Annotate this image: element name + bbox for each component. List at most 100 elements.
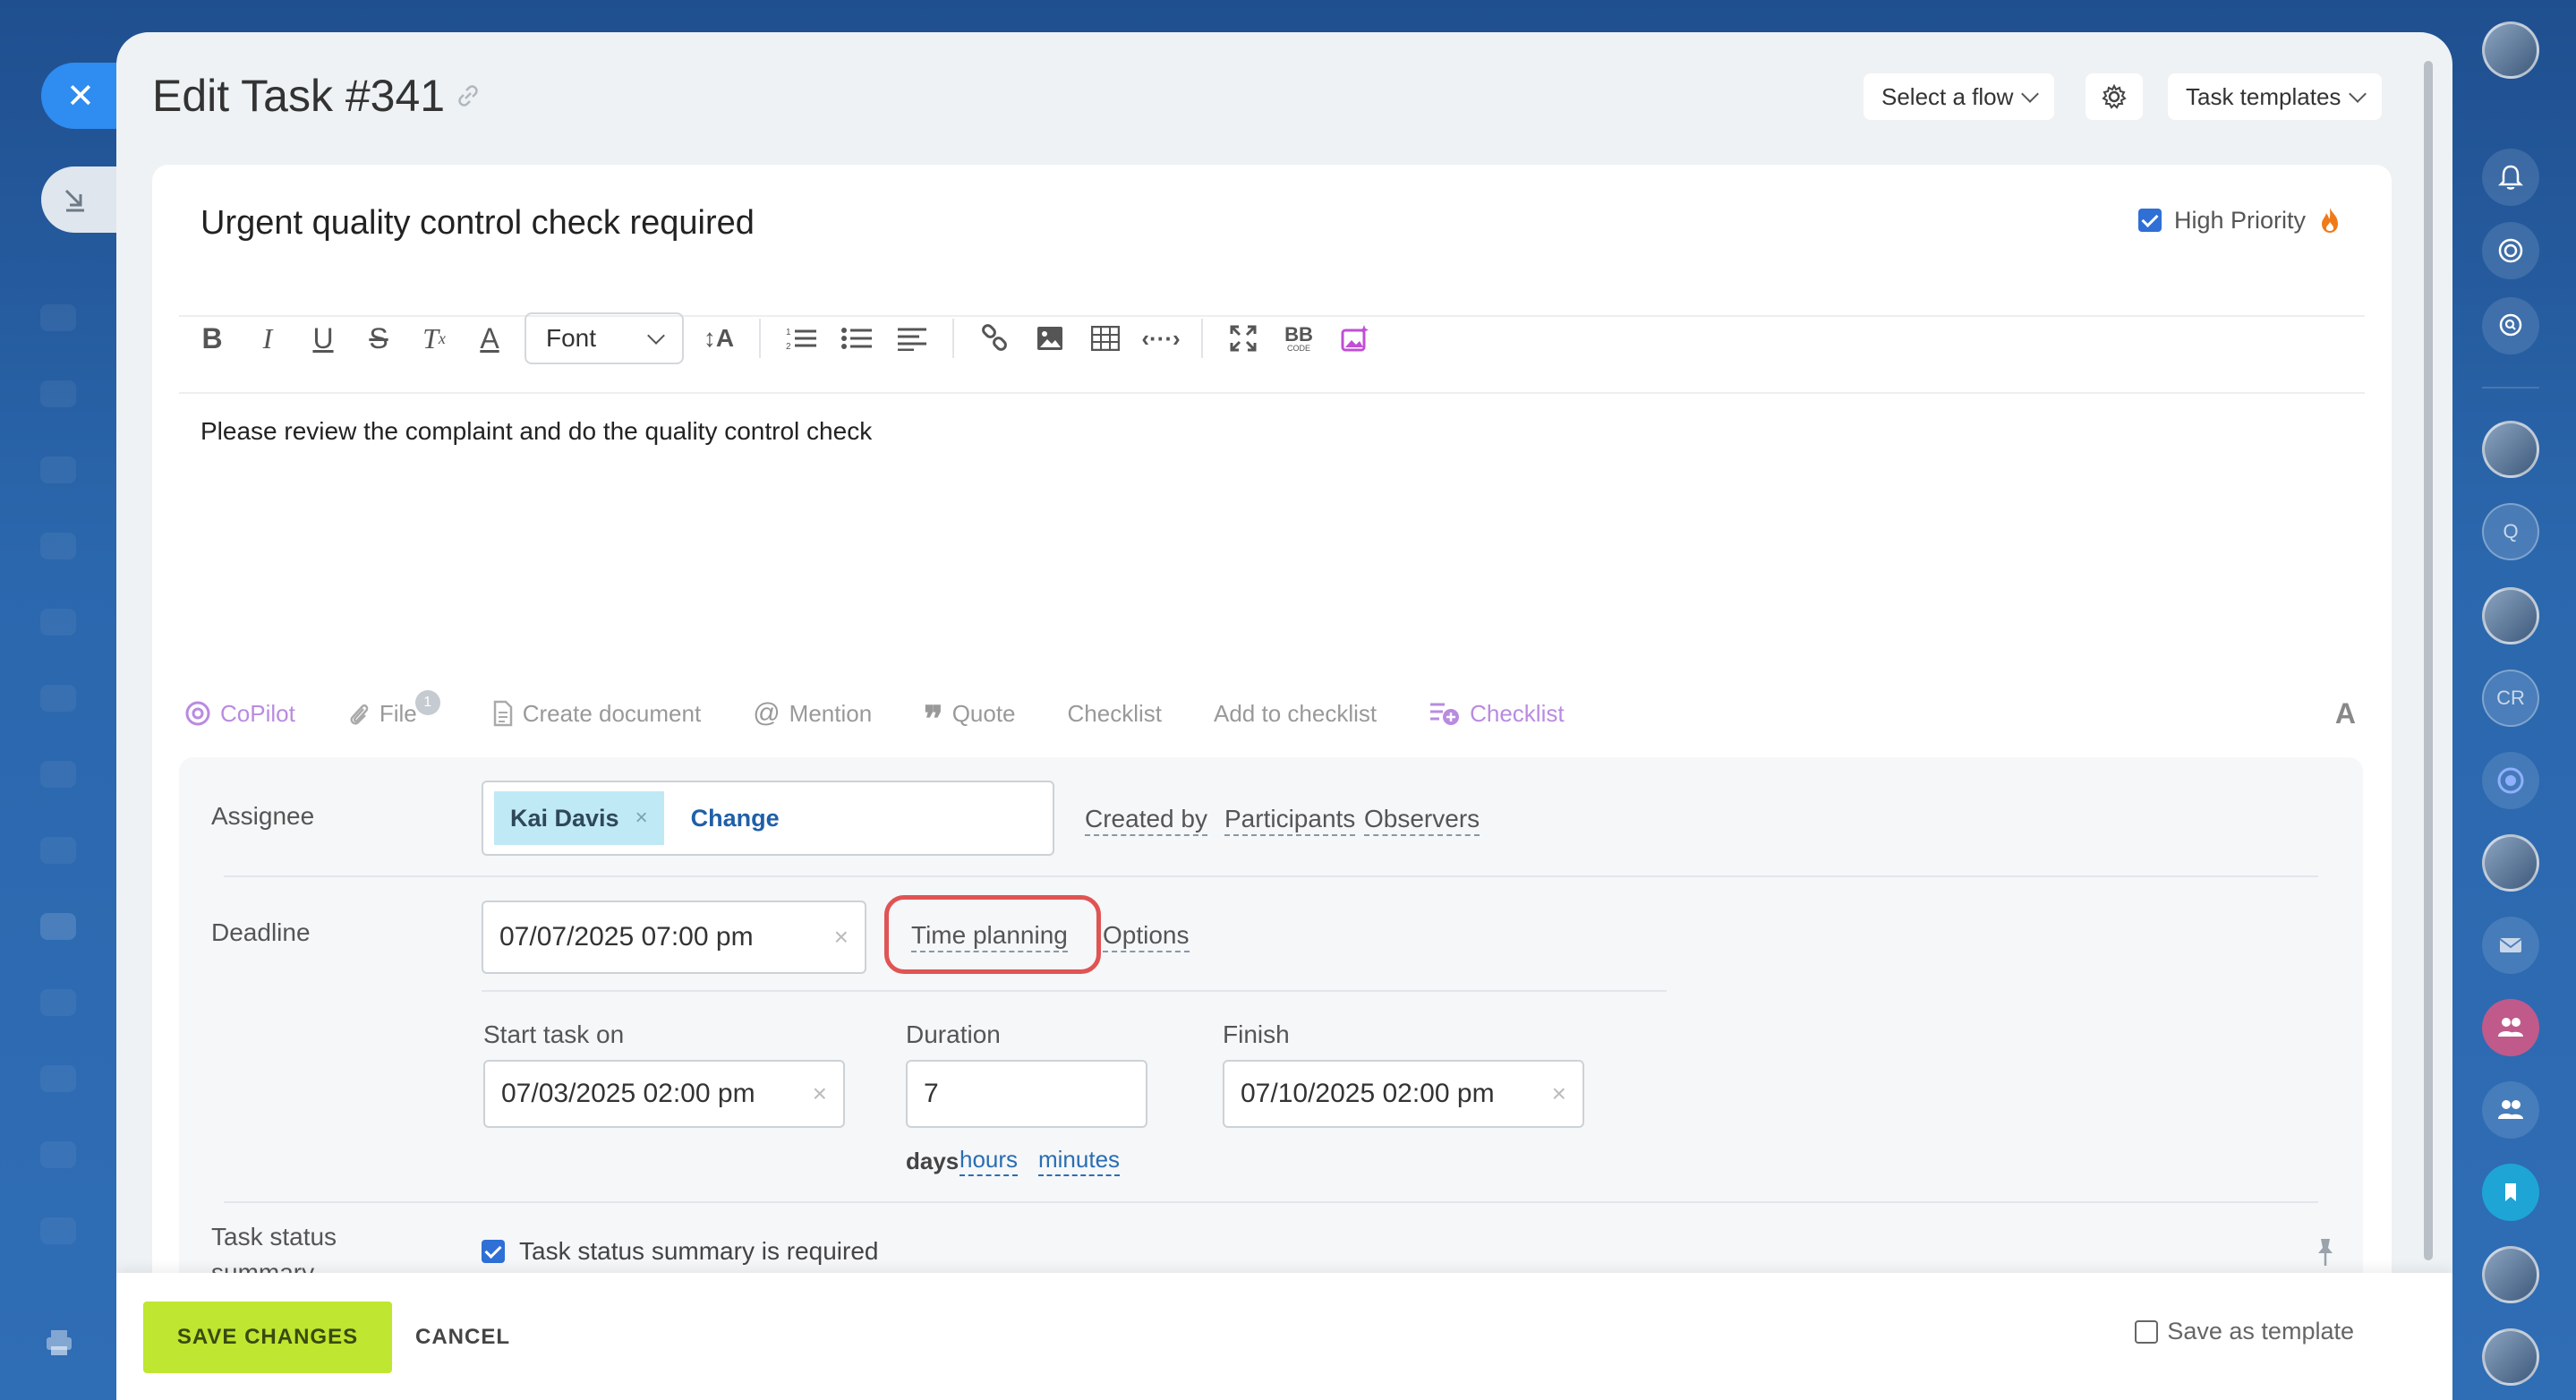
deadline-input[interactable]: 07/07/2025 07:00 pm × [482, 901, 866, 974]
rail-open-channel[interactable] [2482, 752, 2539, 809]
rail-contact-avatar[interactable] [2482, 1328, 2539, 1386]
rail-placeholder [40, 533, 76, 559]
rail-placeholder [40, 761, 76, 788]
task-card: Urgent quality control check required Hi… [152, 165, 2392, 1400]
copilot-icon [185, 701, 210, 726]
panel-scrollbar[interactable] [2424, 61, 2433, 1260]
change-assignee-link[interactable]: Change [691, 805, 780, 832]
participants-link[interactable]: Participants [1224, 804, 1356, 836]
assignee-chip[interactable]: Kai Davis × [494, 791, 664, 845]
underline-button[interactable]: U [295, 313, 351, 363]
status-summary-checkbox[interactable] [482, 1240, 505, 1263]
minimize-panel-button[interactable] [41, 166, 127, 233]
fullscreen-button[interactable] [1215, 313, 1271, 363]
status-summary-toggle[interactable]: Task status summary is required [482, 1237, 878, 1266]
bold-button[interactable]: B [184, 313, 240, 363]
rail-contact-cr[interactable]: CR [2482, 670, 2539, 727]
high-priority-toggle[interactable]: High Priority [2137, 206, 2341, 235]
bell-icon [2497, 165, 2524, 190]
rail-contact-q[interactable]: Q [2482, 503, 2539, 560]
bbcode-button[interactable]: BB CODE [1271, 313, 1326, 363]
insert-image-button[interactable] [1022, 313, 1078, 363]
text-formatting-toggle[interactable]: A [2335, 697, 2356, 730]
insert-code-button[interactable]: ‹···› [1133, 313, 1189, 363]
unit-hours-link[interactable]: hours [960, 1144, 1019, 1176]
clear-start-icon[interactable]: × [813, 1080, 827, 1108]
copy-link-icon[interactable] [455, 82, 482, 109]
save-as-template-checkbox[interactable] [2135, 1319, 2159, 1344]
insert-table-button[interactable] [1078, 313, 1133, 363]
task-templates-dropdown[interactable]: Task templates [2168, 73, 2383, 120]
assignee-field[interactable]: Kai Davis × Change [482, 781, 1054, 856]
close-icon: ✕ [66, 77, 95, 115]
rail-copilot[interactable] [2482, 222, 2539, 279]
file-count-badge: 1 [414, 690, 440, 715]
rail-contact-avatar[interactable] [2482, 1246, 2539, 1303]
pin-icon[interactable] [2315, 1237, 2336, 1268]
remove-assignee-icon[interactable]: × [635, 806, 648, 831]
task-title-input[interactable]: Urgent quality control check required [200, 204, 755, 243]
deadline-label: Deadline [211, 918, 311, 946]
rail-placeholder [40, 1141, 76, 1168]
save-as-template-toggle[interactable]: Save as template [2135, 1318, 2354, 1345]
new-checklist-button[interactable]: Checklist [1429, 700, 1565, 728]
clear-format-button[interactable]: Tx [406, 313, 462, 363]
clear-finish-icon[interactable]: × [1552, 1080, 1566, 1108]
chevron-down-icon [647, 327, 665, 345]
divider [224, 1201, 2318, 1203]
create-document-button[interactable]: Create document [492, 700, 701, 728]
add-to-checklist-button[interactable]: Add to checklist [1214, 700, 1377, 728]
italic-button[interactable]: I [240, 313, 295, 363]
rail-group-chat-2[interactable] [2482, 1081, 2539, 1139]
clear-deadline-icon[interactable]: × [834, 923, 849, 952]
duration-input[interactable]: 7 [906, 1060, 1147, 1128]
high-priority-checkbox[interactable] [2137, 209, 2162, 232]
document-icon [493, 700, 512, 727]
checklist-add-icon [1430, 703, 1460, 725]
insert-link-button[interactable] [967, 313, 1022, 363]
numbered-list-button[interactable]: 12 [773, 313, 829, 363]
select-flow-dropdown[interactable]: Select a flow [1864, 73, 2055, 120]
edit-task-panel: Edit Task #341 Select a flow Task templa… [116, 32, 2452, 1400]
bullet-list-icon [841, 328, 872, 349]
rail-group-chat[interactable] [2482, 999, 2539, 1056]
finish-input[interactable]: 07/10/2025 02:00 pm × [1223, 1060, 1584, 1128]
bullet-list-button[interactable] [829, 313, 884, 363]
rail-notifications[interactable] [2482, 149, 2539, 206]
rail-placeholder [40, 1217, 76, 1244]
attach-file-button[interactable]: File 1 [347, 690, 440, 728]
align-button[interactable] [884, 313, 940, 363]
fire-icon [2322, 208, 2338, 233]
start-task-input[interactable]: 07/03/2025 02:00 pm × [483, 1060, 845, 1128]
font-select[interactable]: Font [525, 312, 684, 364]
ai-image-button[interactable] [1326, 313, 1382, 363]
observers-link[interactable]: Observers [1364, 804, 1480, 836]
strikethrough-button[interactable]: S [351, 313, 406, 363]
unit-days[interactable]: days [906, 1148, 959, 1175]
time-planning-link[interactable]: Time planning [911, 920, 1068, 952]
options-link[interactable]: Options [1103, 920, 1190, 952]
created-by-link[interactable]: Created by [1085, 804, 1207, 836]
mention-button[interactable]: @ Mention [753, 698, 872, 729]
unit-minutes-link[interactable]: minutes [1038, 1144, 1121, 1176]
rail-search-chat[interactable] [2482, 297, 2539, 354]
settings-button[interactable] [2086, 73, 2143, 120]
finish-label: Finish [1223, 1020, 1290, 1048]
rail-contact-avatar[interactable] [2482, 834, 2539, 892]
checklist-button[interactable]: Checklist [1068, 700, 1162, 728]
rail-placeholder [40, 1065, 76, 1092]
copilot-button[interactable]: CoPilot [184, 700, 295, 728]
user-avatar[interactable] [2482, 21, 2539, 79]
print-icon[interactable] [43, 1327, 75, 1359]
quote-button[interactable]: ❞ Quote [924, 698, 1015, 738]
text-color-button[interactable]: A [462, 313, 517, 363]
rail-contact-avatar[interactable] [2482, 421, 2539, 478]
task-description-editor[interactable]: Please review the complaint and do the q… [200, 417, 872, 446]
cancel-button[interactable]: CANCEL [415, 1302, 510, 1373]
font-size-button[interactable]: ↕A [691, 313, 746, 363]
rail-contact-avatar[interactable] [2482, 587, 2539, 645]
rail-mail[interactable] [2482, 917, 2539, 974]
rail-bookmarks[interactable] [2482, 1164, 2539, 1221]
save-changes-button[interactable]: SAVE CHANGES [143, 1302, 392, 1373]
close-panel-button[interactable]: ✕ [41, 63, 127, 129]
